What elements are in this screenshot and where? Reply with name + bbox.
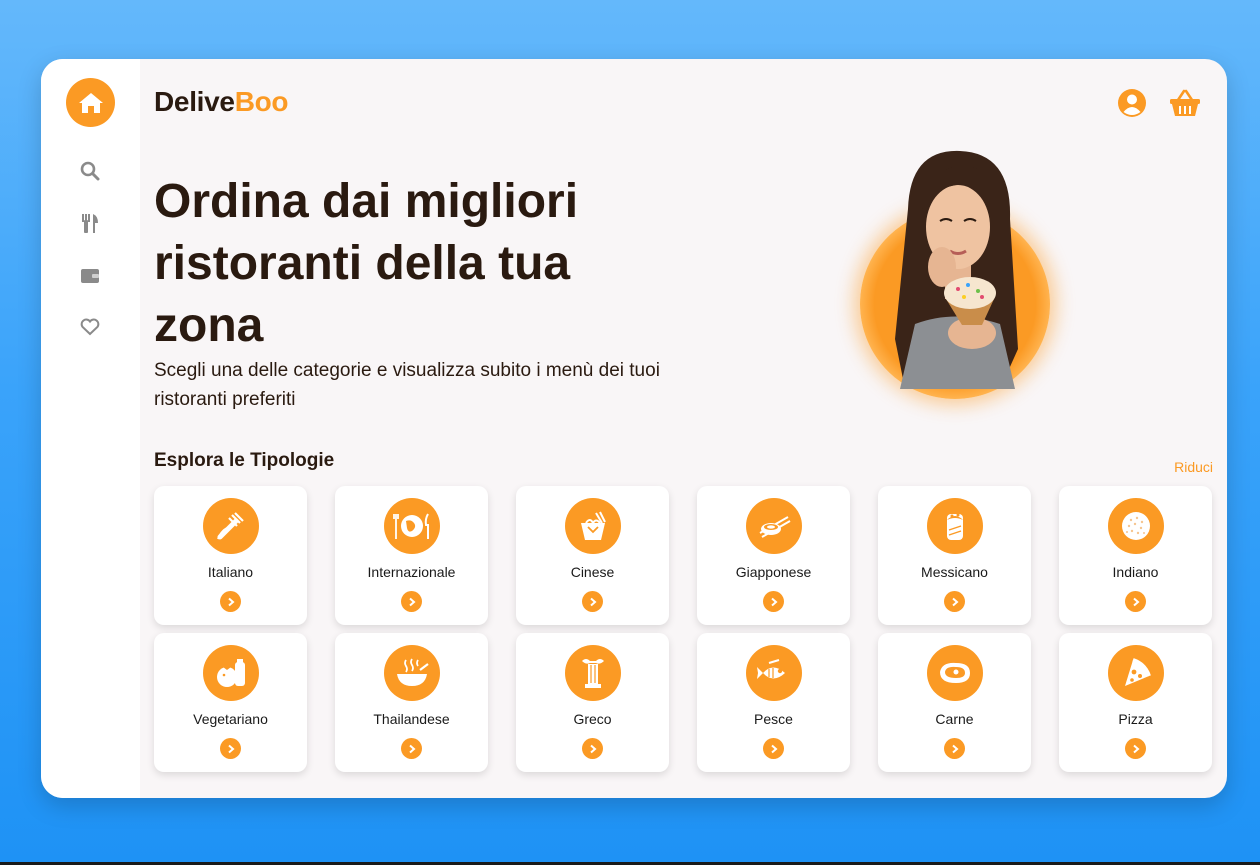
cart-button[interactable] [1169, 87, 1201, 119]
main-content: DeliveBoo Ordina dai migliori ristoranti… [140, 59, 1227, 798]
category-label: Giapponese [735, 564, 812, 580]
woman-eating-cupcake-illustration [895, 150, 1018, 389]
category-label: Pizza [1118, 711, 1153, 727]
collapse-categories-link[interactable]: Riduci [1174, 459, 1213, 475]
category-label: Carne [935, 711, 974, 727]
brand-name-part1: Delive [154, 86, 235, 117]
chevron-right-icon[interactable] [220, 591, 241, 612]
category-label: Italiano [207, 564, 254, 580]
restaurant-icon [82, 214, 98, 233]
noodle-box-icon [565, 498, 621, 554]
hero-image [860, 150, 1050, 399]
category-card-messicano[interactable]: Messicano [878, 486, 1031, 625]
chevron-right-icon[interactable] [1125, 591, 1146, 612]
category-label: Pesce [754, 711, 793, 727]
brand-name-part2: Boo [234, 86, 289, 117]
category-card-thailandese[interactable]: Thailandese [335, 633, 488, 772]
chevron-right-icon[interactable] [763, 738, 784, 759]
app-window: DeliveBoo Ordina dai migliori ristoranti… [41, 59, 1227, 798]
hero-title: Ordina dai migliori ristoranti della tua… [154, 175, 579, 352]
category-card-italiano[interactable]: Italiano [154, 486, 307, 625]
wallet-icon [81, 269, 99, 283]
category-label: Messicano [921, 564, 988, 580]
sidebar [41, 59, 140, 798]
category-card-pizza[interactable]: Pizza [1059, 633, 1212, 772]
category-card-carne[interactable]: Carne [878, 633, 1031, 772]
user-icon [1118, 89, 1146, 117]
category-card-cinese[interactable]: Cinese [516, 486, 669, 625]
hero-subtitle: Scegli una delle categorie e visualizza … [154, 360, 660, 410]
home-icon [78, 92, 103, 113]
category-label: Vegetariano [193, 711, 268, 727]
sushi-icon [746, 498, 802, 554]
chevron-right-icon[interactable] [582, 591, 603, 612]
vegetables-icon [203, 645, 259, 701]
category-label: Cinese [570, 564, 615, 580]
burrito-icon [927, 498, 983, 554]
hot-bowl-icon [384, 645, 440, 701]
category-card-vegetariano[interactable]: Vegetariano [154, 633, 307, 772]
sidebar-item-home[interactable] [66, 78, 115, 127]
sidebar-item-favorites[interactable] [78, 315, 102, 339]
brand-logo[interactable]: DeliveBoo [154, 86, 289, 118]
pasta-icon [203, 498, 259, 554]
sidebar-item-search[interactable] [78, 159, 102, 183]
naan-icon [1108, 498, 1164, 554]
search-icon [80, 161, 100, 181]
chevron-right-icon[interactable] [1125, 738, 1146, 759]
category-card-giapponese[interactable]: Giapponese [697, 486, 850, 625]
chevron-right-icon[interactable] [944, 738, 965, 759]
globe-cutlery-icon [384, 498, 440, 554]
category-card-indiano[interactable]: Indiano [1059, 486, 1212, 625]
chevron-right-icon[interactable] [944, 591, 965, 612]
heart-icon [80, 318, 100, 336]
basket-icon [1170, 89, 1200, 116]
category-label: Thailandese [373, 711, 450, 727]
user-account-button[interactable] [1116, 87, 1148, 119]
category-label: Indiano [1112, 564, 1159, 580]
category-grid: Italiano Internazionale Cinese Giappones… [154, 486, 1214, 772]
chevron-right-icon[interactable] [401, 738, 422, 759]
chevron-right-icon[interactable] [763, 591, 784, 612]
column-icon [565, 645, 621, 701]
category-label: Greco [573, 711, 612, 727]
fish-icon [746, 645, 802, 701]
sidebar-item-wallet[interactable] [78, 263, 102, 287]
pizza-slice-icon [1108, 645, 1164, 701]
category-label: Internazionale [367, 564, 456, 580]
category-card-pesce[interactable]: Pesce [697, 633, 850, 772]
categories-title: Esplora le Tipologie [154, 450, 335, 471]
category-card-greco[interactable]: Greco [516, 633, 669, 772]
steak-icon [927, 645, 983, 701]
category-card-internazionale[interactable]: Internazionale [335, 486, 488, 625]
chevron-right-icon[interactable] [582, 738, 603, 759]
chevron-right-icon[interactable] [401, 591, 422, 612]
chevron-right-icon[interactable] [220, 738, 241, 759]
sidebar-item-restaurants[interactable] [78, 211, 102, 235]
